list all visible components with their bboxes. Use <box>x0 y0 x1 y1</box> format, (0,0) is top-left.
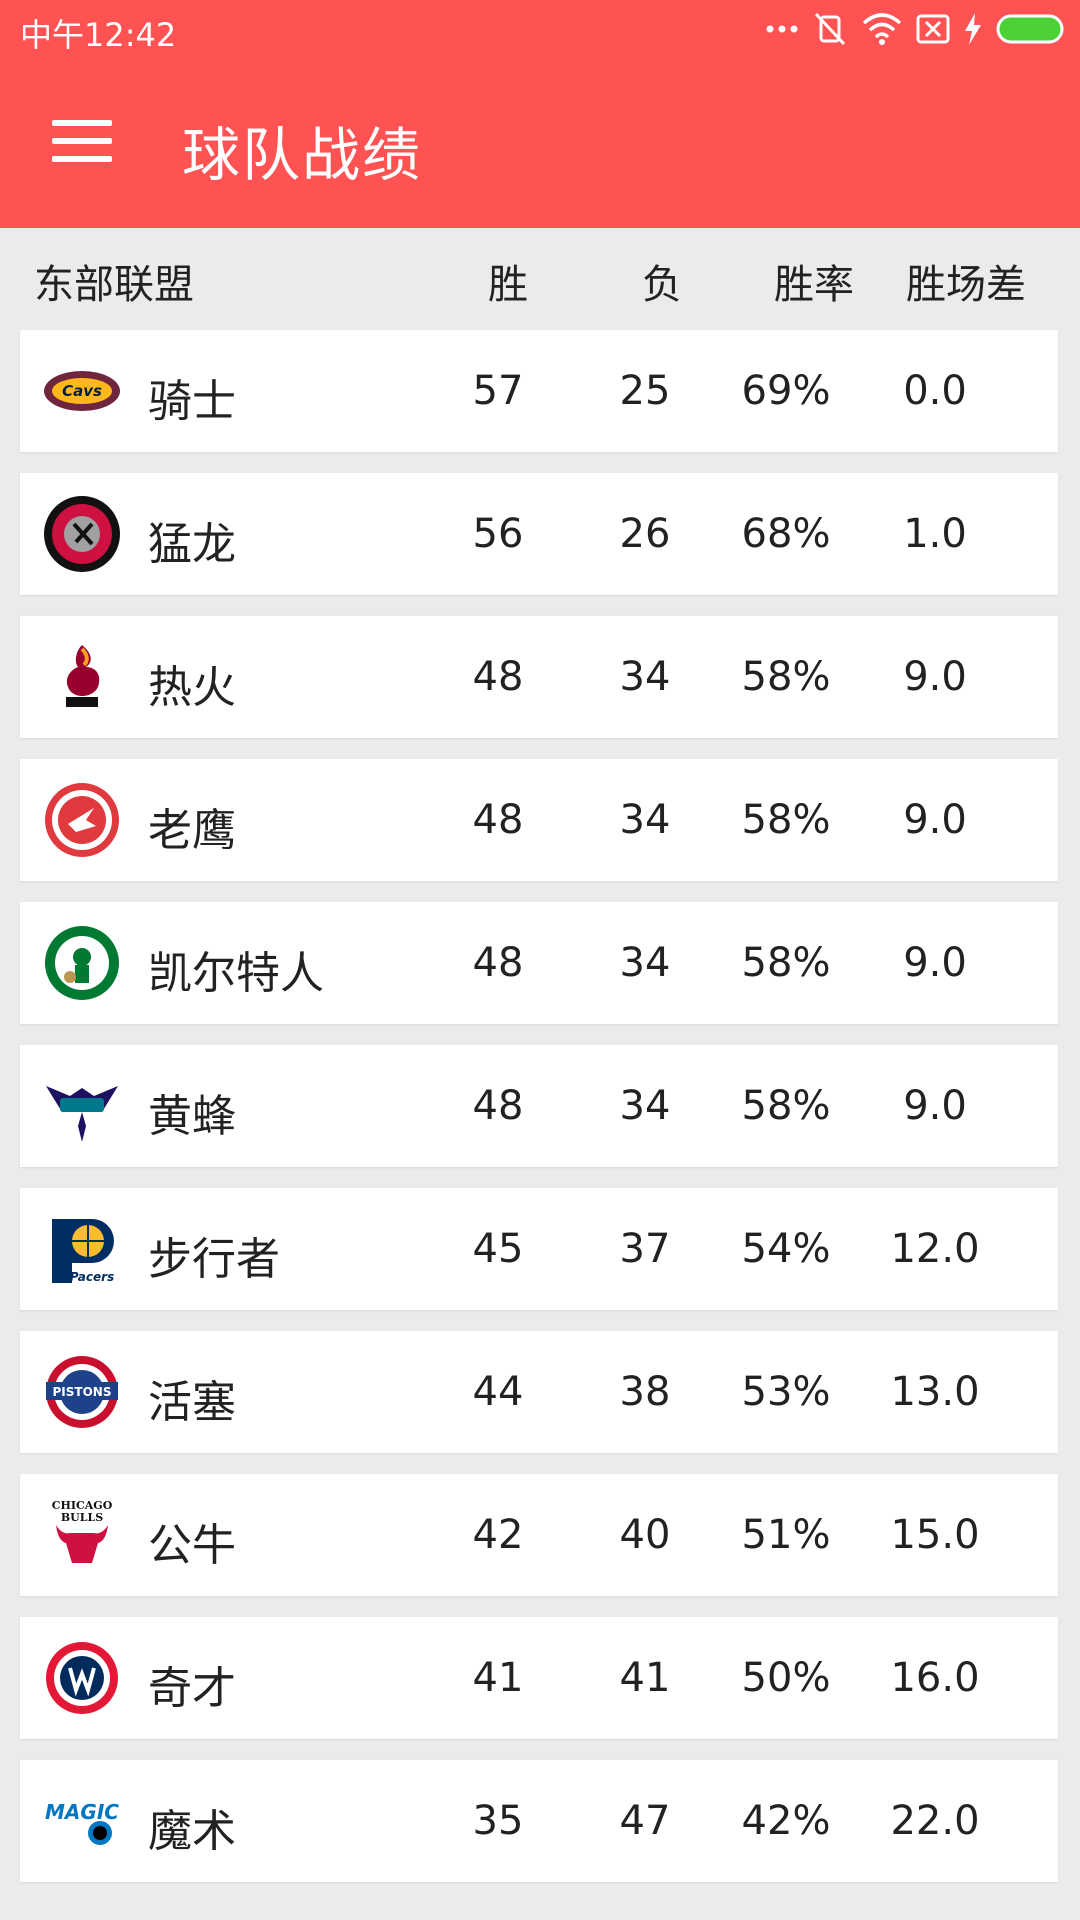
table-row[interactable]: 老鹰 48 34 58% 9.0 <box>20 759 1058 881</box>
games-behind-value: 9.0 <box>903 797 967 843</box>
win-pct-value: 50% <box>741 1655 831 1701</box>
table-row[interactable]: 奇才 41 41 50% 16.0 <box>20 1617 1058 1739</box>
win-pct-value: 42% <box>741 1798 831 1844</box>
win-pct-value: 58% <box>741 797 831 843</box>
pacers-logo: Pacers <box>42 1209 122 1289</box>
table-row[interactable]: Pacers 步行者 45 37 54% 12.0 <box>20 1188 1058 1310</box>
wins-value: 44 <box>472 1369 524 1415</box>
losses-value: 34 <box>619 797 671 843</box>
wins-value: 48 <box>472 797 524 843</box>
games-behind-value: 1.0 <box>903 511 967 557</box>
cavaliers-logo: Cavs <box>42 351 122 431</box>
wins-value: 42 <box>472 1512 524 1558</box>
wins-value: 48 <box>472 940 524 986</box>
team-name: 热火 <box>148 662 236 713</box>
win-pct-value: 69% <box>741 368 831 414</box>
losses-value: 25 <box>619 368 671 414</box>
games-behind-value: 15.0 <box>890 1512 980 1558</box>
win-pct-value: 53% <box>741 1369 831 1415</box>
wins-value: 48 <box>472 1083 524 1129</box>
svg-text:PISTONS: PISTONS <box>53 1385 112 1399</box>
hawks-logo <box>42 780 122 860</box>
table-row[interactable]: Cavs 骑士 57 25 69% 0.0 <box>20 330 1058 452</box>
table-row[interactable]: 黄蜂 48 34 58% 9.0 <box>20 1045 1058 1167</box>
losses-value: 38 <box>619 1369 671 1415</box>
games-behind-value: 9.0 <box>903 1083 967 1129</box>
team-name: 骑士 <box>148 376 236 427</box>
games-behind-value: 13.0 <box>890 1369 980 1415</box>
wins-value: 56 <box>472 511 524 557</box>
losses-value: 40 <box>619 1512 671 1558</box>
svg-text:MAGIC: MAGIC <box>45 1800 119 1824</box>
table-row[interactable]: CHICAGO BULLS 公牛 42 40 51% 15.0 <box>20 1474 1058 1596</box>
team-name: 公牛 <box>148 1520 236 1571</box>
win-pct-value: 58% <box>741 654 831 700</box>
team-name: 魔术 <box>148 1806 236 1857</box>
games-behind-value: 16.0 <box>890 1655 980 1701</box>
table-row[interactable]: 热火 48 34 58% 9.0 <box>20 616 1058 738</box>
heat-logo <box>42 637 122 717</box>
team-name: 活塞 <box>148 1377 236 1428</box>
games-behind-value: 0.0 <box>903 368 967 414</box>
losses-value: 34 <box>619 654 671 700</box>
wins-value: 57 <box>472 368 524 414</box>
celtics-logo <box>42 923 122 1003</box>
games-behind-value: 12.0 <box>890 1226 980 1272</box>
win-pct-value: 68% <box>741 511 831 557</box>
standings-list: Cavs 骑士 57 25 69% 0.0 猛龙 56 26 68% 1.0 热火 48 34 58% 9.0… <box>0 0 1080 1920</box>
games-behind-value: 22.0 <box>890 1798 980 1844</box>
hornets-logo <box>42 1066 122 1146</box>
svg-text:BULLS: BULLS <box>61 1511 103 1524</box>
table-row[interactable]: 猛龙 56 26 68% 1.0 <box>20 473 1058 595</box>
games-behind-value: 9.0 <box>903 654 967 700</box>
magic-logo: MAGIC <box>42 1781 122 1861</box>
table-row[interactable]: MAGIC 魔术 35 47 42% 22.0 <box>20 1760 1058 1882</box>
losses-value: 37 <box>619 1226 671 1272</box>
svg-text:Cavs: Cavs <box>62 382 102 400</box>
raptors-logo <box>42 494 122 574</box>
team-name: 奇才 <box>148 1663 236 1714</box>
bulls-logo: CHICAGO BULLS <box>42 1495 122 1575</box>
svg-text:Pacers: Pacers <box>70 1270 114 1284</box>
wins-value: 35 <box>472 1798 524 1844</box>
wins-value: 48 <box>472 654 524 700</box>
team-name: 步行者 <box>148 1234 280 1285</box>
team-name: 凯尔特人 <box>148 948 324 999</box>
table-row[interactable]: PISTONS 活塞 44 38 53% 13.0 <box>20 1331 1058 1453</box>
losses-value: 47 <box>619 1798 671 1844</box>
pistons-logo: PISTONS <box>42 1352 122 1432</box>
losses-value: 26 <box>619 511 671 557</box>
team-name: 老鹰 <box>148 805 236 856</box>
win-pct-value: 51% <box>741 1512 831 1558</box>
games-behind-value: 9.0 <box>903 940 967 986</box>
wins-value: 45 <box>472 1226 524 1272</box>
losses-value: 41 <box>619 1655 671 1701</box>
win-pct-value: 58% <box>741 1083 831 1129</box>
wizards-logo <box>42 1638 122 1718</box>
wins-value: 41 <box>472 1655 524 1701</box>
team-name: 黄蜂 <box>148 1091 236 1142</box>
win-pct-value: 54% <box>741 1226 831 1272</box>
losses-value: 34 <box>619 940 671 986</box>
table-row[interactable]: 凯尔特人 48 34 58% 9.0 <box>20 902 1058 1024</box>
losses-value: 34 <box>619 1083 671 1129</box>
win-pct-value: 58% <box>741 940 831 986</box>
team-name: 猛龙 <box>148 519 236 570</box>
